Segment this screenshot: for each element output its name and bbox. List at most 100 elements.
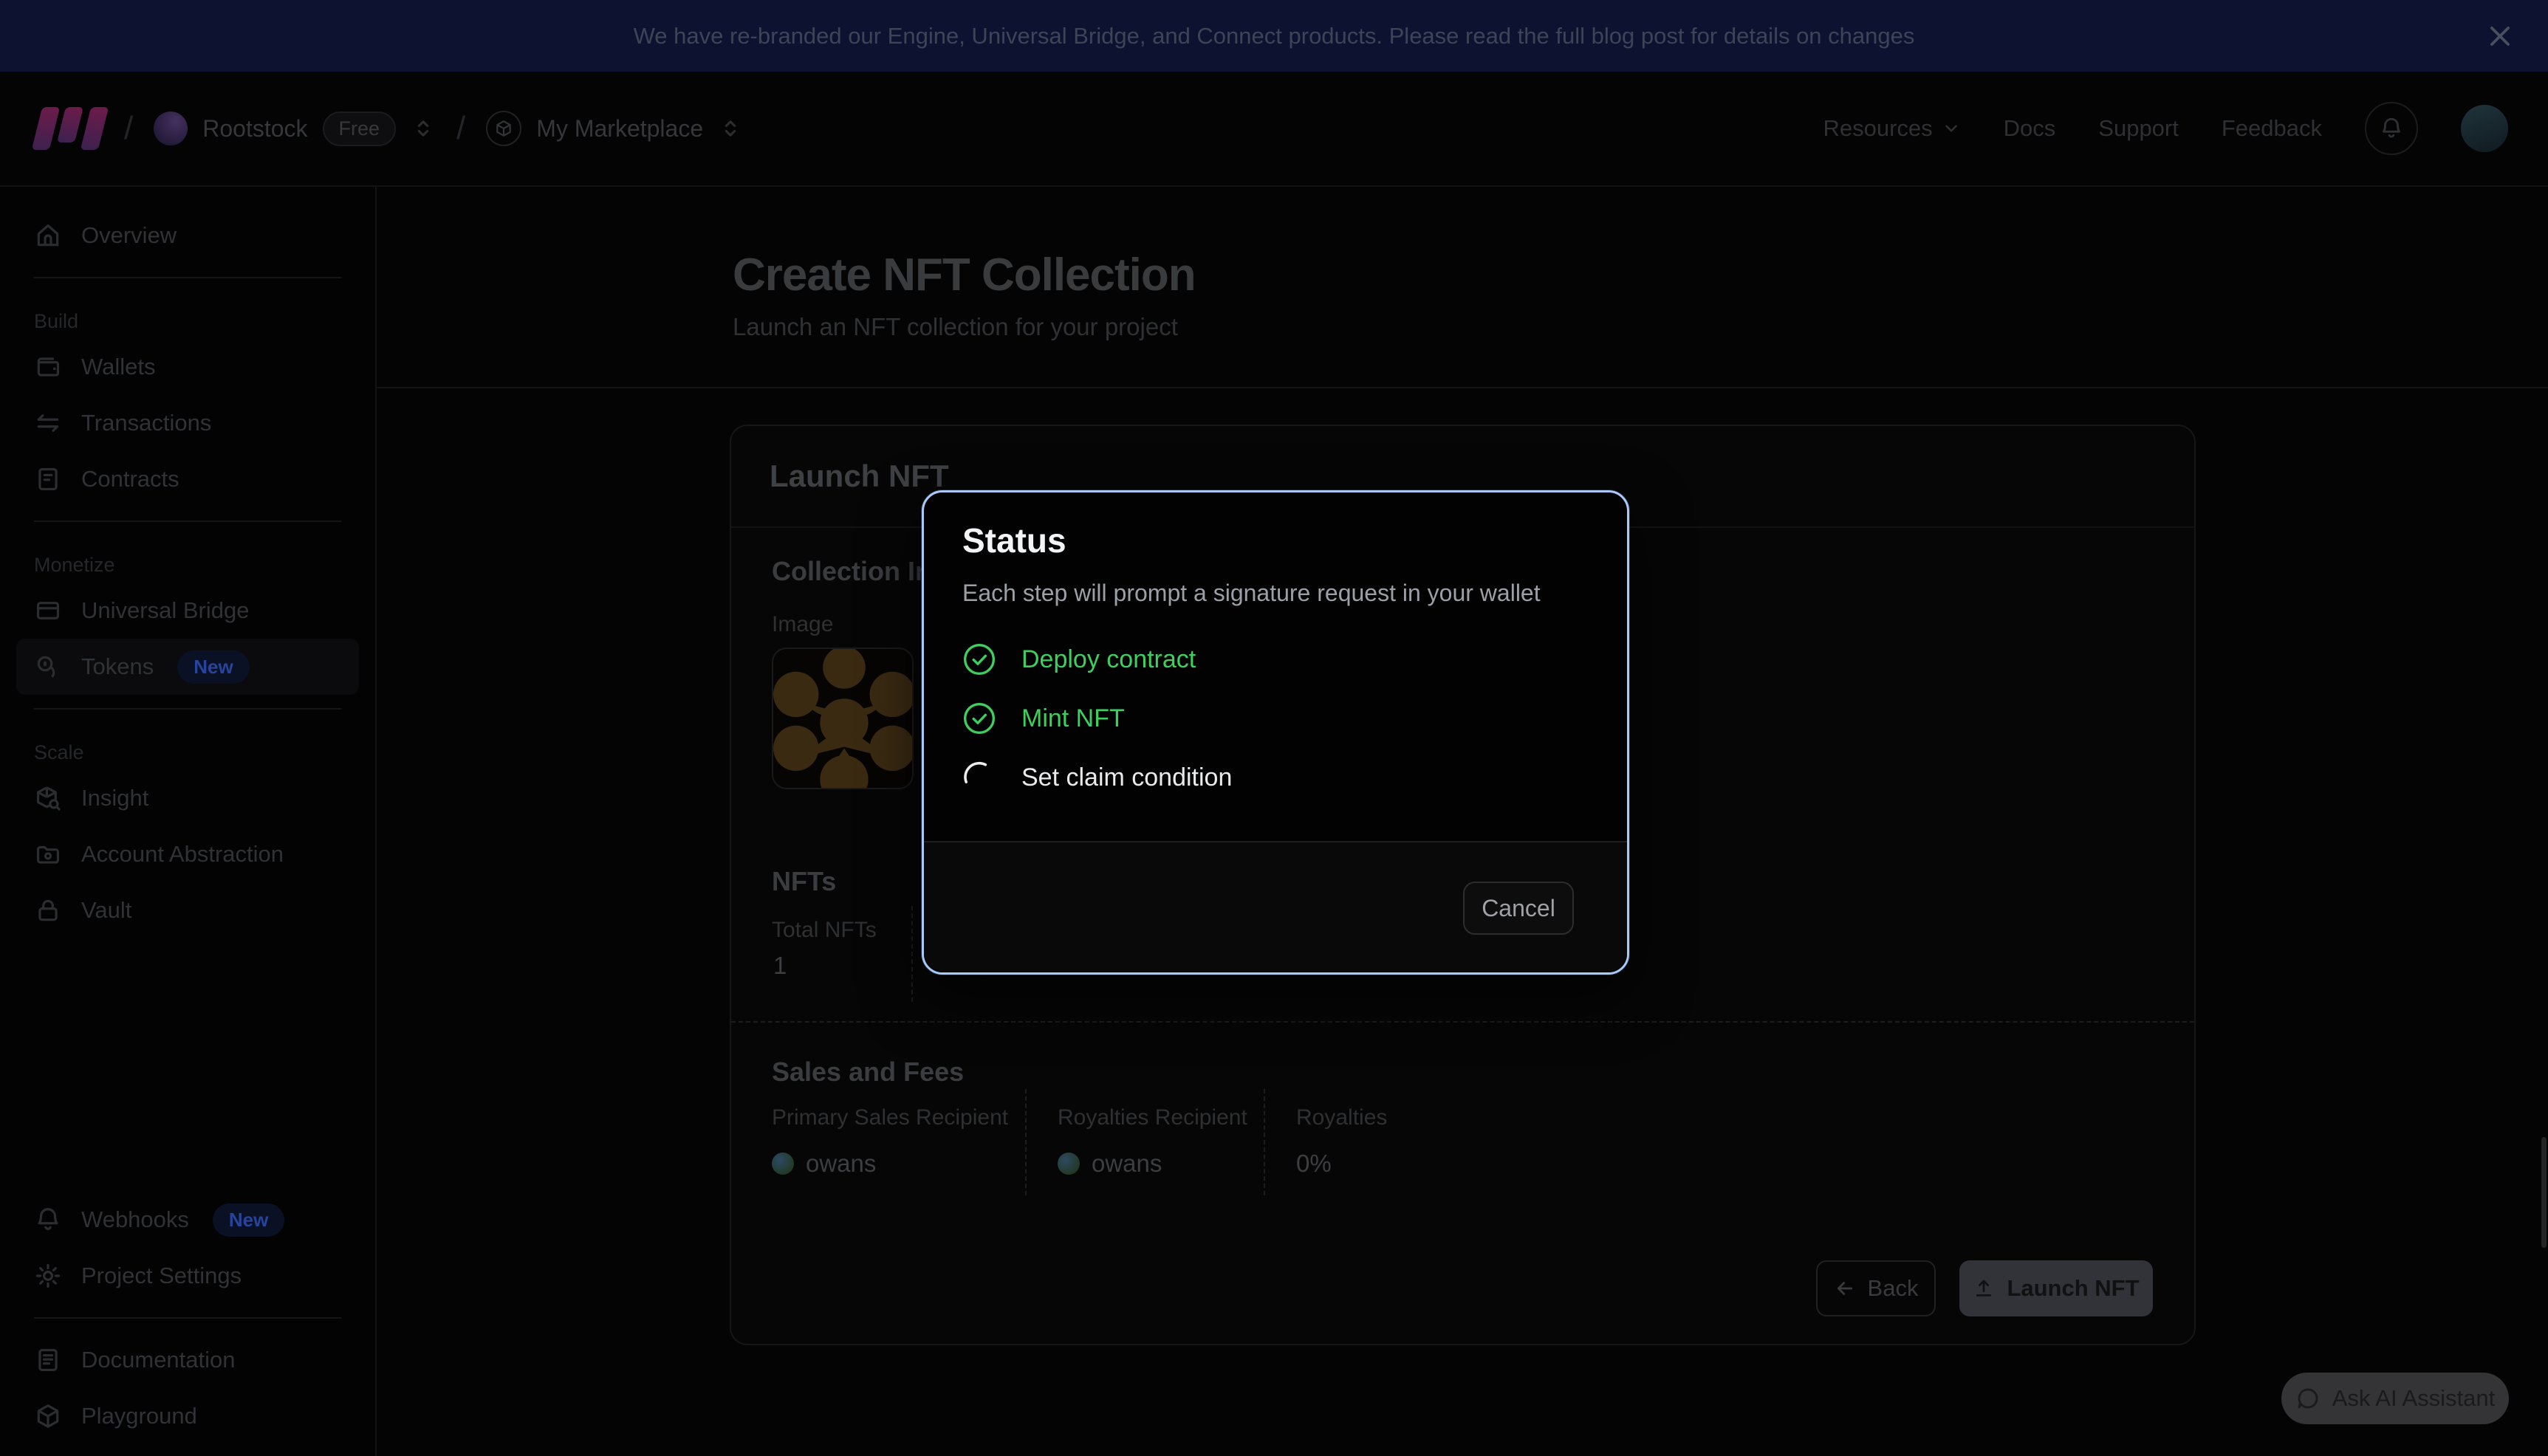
sidebar-item-account-abstraction[interactable]: Account Abstraction bbox=[16, 826, 359, 882]
transactions-icon bbox=[34, 409, 62, 437]
column-label: Primary Sales Recipient bbox=[772, 1105, 1008, 1130]
sidebar-item-contracts[interactable]: Contracts bbox=[16, 451, 359, 507]
sidebar-divider bbox=[34, 277, 341, 278]
sidebar-divider bbox=[34, 708, 341, 710]
sidebar-section-build: Build bbox=[16, 292, 359, 333]
sidebar-item-label: Contracts bbox=[81, 466, 179, 492]
primary-sales-recipient: Primary Sales Recipient owans bbox=[772, 1105, 1008, 1178]
upload-icon bbox=[1973, 1277, 1995, 1299]
dashed-divider bbox=[1264, 1089, 1265, 1195]
contract-icon bbox=[34, 465, 62, 493]
sidebar-section-monetize: Monetize bbox=[16, 535, 359, 577]
sidebar-footer: Webhooks New Project Settings Documentat… bbox=[16, 1192, 359, 1444]
sidebar-item-label: Documentation bbox=[81, 1347, 236, 1373]
nav-docs-label: Docs bbox=[2004, 115, 2056, 142]
collection-image-preview bbox=[772, 648, 914, 789]
step-deploy-contract: Deploy contract bbox=[962, 639, 1196, 680]
breadcrumb-separator: / bbox=[456, 110, 465, 147]
sidebar-item-label: Tokens bbox=[81, 653, 154, 680]
nfts-section-title: NFTs bbox=[772, 866, 836, 897]
new-badge: New bbox=[177, 650, 249, 684]
chevron-updown-icon bbox=[718, 116, 743, 141]
banner-close-button[interactable] bbox=[2482, 18, 2518, 55]
header-right: Resources Docs Support Feedback bbox=[1823, 102, 2508, 155]
sidebar-item-label: Wallets bbox=[81, 354, 155, 380]
bridge-icon bbox=[34, 597, 62, 625]
check-circle-icon bbox=[962, 701, 996, 735]
sidebar-item-playground[interactable]: Playground bbox=[16, 1388, 359, 1444]
project-icon-circle bbox=[486, 111, 521, 146]
modal-footer: Cancel bbox=[924, 841, 1627, 972]
sidebar-item-transactions[interactable]: Transactions bbox=[16, 395, 359, 451]
column-value: owans bbox=[806, 1150, 876, 1178]
sidebar-item-label: Insight bbox=[81, 785, 148, 811]
launch-label: Launch NFT bbox=[2007, 1275, 2139, 1302]
step-mint-nft: Mint NFT bbox=[962, 698, 1125, 739]
total-nfts-value: 1 bbox=[773, 952, 787, 980]
chevron-updown-icon bbox=[411, 116, 436, 141]
wallet-avatar bbox=[1058, 1153, 1080, 1175]
nav-resources[interactable]: Resources bbox=[1823, 115, 1960, 142]
step-label: Mint NFT bbox=[1021, 704, 1125, 733]
arrow-left-icon bbox=[1834, 1277, 1856, 1299]
new-badge: New bbox=[213, 1203, 284, 1237]
sidebar-item-label: Transactions bbox=[81, 410, 211, 436]
back-label: Back bbox=[1868, 1275, 1919, 1302]
spinner-icon bbox=[962, 760, 996, 794]
ask-ai-assistant-button[interactable]: Ask AI Assistant bbox=[2281, 1373, 2509, 1424]
banner-text: We have re-branded our Engine, Universal… bbox=[634, 23, 1915, 49]
launch-nft-button[interactable]: Launch NFT bbox=[1959, 1260, 2153, 1316]
sidebar-item-vault[interactable]: Vault bbox=[16, 882, 359, 938]
chat-bubble-icon bbox=[2295, 1386, 2321, 1411]
sidebar-item-documentation[interactable]: Documentation bbox=[16, 1332, 359, 1388]
book-icon bbox=[34, 1346, 62, 1374]
announcement-banner: We have re-branded our Engine, Universal… bbox=[0, 0, 2548, 72]
user-avatar[interactable] bbox=[2461, 105, 2508, 152]
team-avatar bbox=[154, 111, 188, 145]
cancel-label: Cancel bbox=[1482, 895, 1555, 922]
app-root: We have re-branded our Engine, Universal… bbox=[0, 0, 2548, 1456]
cube-icon bbox=[34, 1402, 62, 1430]
thirdweb-logo[interactable] bbox=[37, 107, 103, 150]
sidebar-divider bbox=[34, 1317, 341, 1319]
scrollbar-thumb[interactable] bbox=[2541, 1137, 2547, 1248]
nav-feedback-label: Feedback bbox=[2222, 115, 2322, 142]
card-title: Launch NFT bbox=[770, 459, 949, 494]
nav-docs[interactable]: Docs bbox=[2004, 115, 2056, 142]
sidebar-item-label: Project Settings bbox=[81, 1263, 242, 1289]
nav-feedback[interactable]: Feedback bbox=[2222, 115, 2322, 142]
sidebar-divider bbox=[34, 521, 341, 522]
notifications-button[interactable] bbox=[2365, 102, 2418, 155]
cancel-button[interactable]: Cancel bbox=[1463, 882, 1574, 935]
status-modal: Status Each step will prompt a signature… bbox=[922, 490, 1629, 975]
nav-resources-label: Resources bbox=[1823, 115, 1932, 142]
team-switcher[interactable]: Rootstock Free bbox=[154, 111, 436, 146]
sidebar-item-label: Account Abstraction bbox=[81, 841, 284, 868]
close-icon bbox=[2486, 22, 2514, 50]
royalties-recipient: Royalties Recipient owans bbox=[1058, 1105, 1247, 1178]
sidebar-item-tokens[interactable]: Tokens New bbox=[16, 639, 359, 695]
home-icon bbox=[34, 222, 62, 250]
sidebar-item-webhooks[interactable]: Webhooks New bbox=[16, 1192, 359, 1248]
page-title: Create NFT Collection bbox=[733, 249, 2504, 301]
nav-support[interactable]: Support bbox=[2098, 115, 2179, 142]
bell-icon bbox=[2379, 116, 2404, 141]
modal-title: Status bbox=[962, 521, 1066, 560]
nav-support-label: Support bbox=[2098, 115, 2179, 142]
logo-bar bbox=[32, 107, 60, 150]
sidebar-item-project-settings[interactable]: Project Settings bbox=[16, 1248, 359, 1304]
sidebar-item-label: Overview bbox=[81, 222, 177, 249]
back-button[interactable]: Back bbox=[1816, 1260, 1936, 1316]
sidebar-item-overview[interactable]: Overview bbox=[16, 207, 359, 264]
lock-icon bbox=[34, 896, 62, 924]
column-label: Royalties bbox=[1296, 1105, 1387, 1130]
project-name: My Marketplace bbox=[536, 115, 703, 142]
account-icon bbox=[34, 840, 62, 868]
top-header: / Rootstock Free / My Marketplace Resour… bbox=[0, 72, 2548, 187]
dashed-divider bbox=[911, 906, 913, 1002]
sidebar-item-universal-bridge[interactable]: Universal Bridge bbox=[16, 583, 359, 639]
sidebar-item-insight[interactable]: Insight bbox=[16, 770, 359, 826]
sidebar-item-wallets[interactable]: Wallets bbox=[16, 339, 359, 395]
project-switcher[interactable]: My Marketplace bbox=[486, 111, 743, 146]
step-label: Set claim condition bbox=[1021, 763, 1232, 792]
